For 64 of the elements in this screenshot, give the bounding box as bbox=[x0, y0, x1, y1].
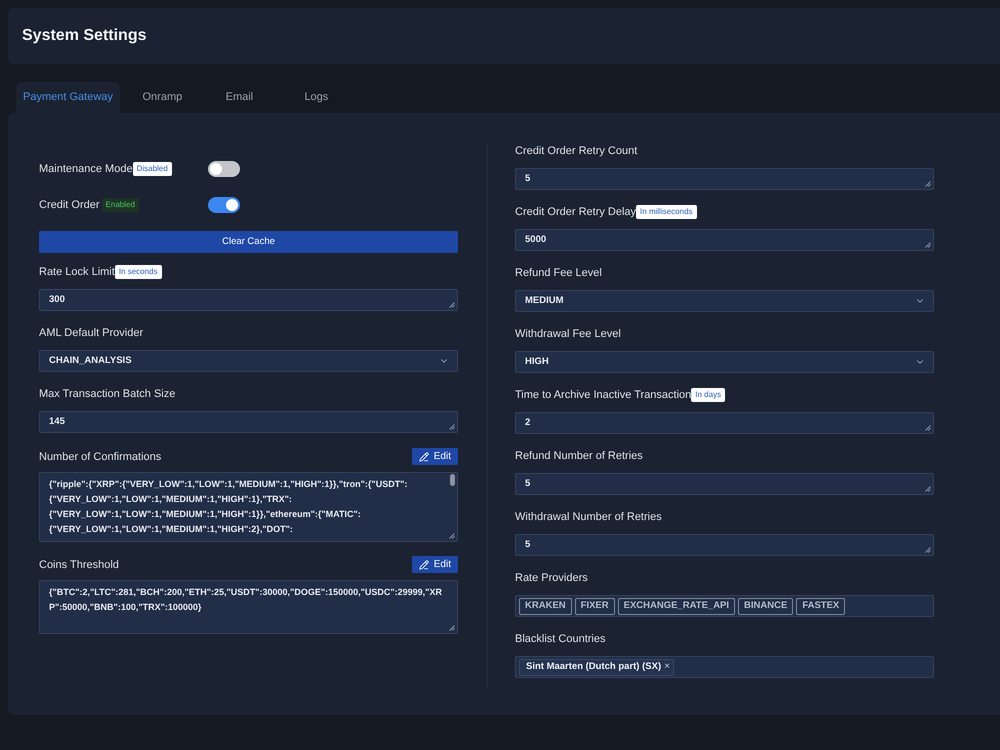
pencil-icon bbox=[418, 452, 429, 462]
tab[interactable]: Payment Gateway bbox=[16, 82, 120, 113]
field-label: Number of Confirmations bbox=[39, 450, 162, 464]
provider-tag: EXCHANGE_RATE_API bbox=[618, 598, 736, 614]
field-label: Rate Lock Limit bbox=[39, 265, 115, 279]
text-input[interactable]: 2 bbox=[515, 412, 934, 434]
resize-grip-icon[interactable] bbox=[925, 547, 931, 553]
field-label: Maintenance Mode bbox=[39, 162, 133, 176]
text-input[interactable]: 145 bbox=[39, 411, 458, 433]
resize-grip-icon[interactable] bbox=[449, 533, 455, 539]
scrollbar-thumb[interactable] bbox=[450, 474, 455, 486]
field-label: Rate Providers bbox=[515, 571, 588, 585]
resize-grip-icon[interactable] bbox=[925, 242, 931, 248]
select-dropdown[interactable]: HIGH bbox=[515, 351, 934, 373]
country-select[interactable]: Sint Maarten (Dutch part) (SX) × bbox=[515, 656, 934, 678]
hint-badge: In days bbox=[691, 388, 726, 402]
status-badge: Enabled bbox=[102, 198, 139, 212]
text-input[interactable]: 5 bbox=[515, 534, 934, 556]
tag-input[interactable]: KRAKEN FIXER EXCHANGE_RATE_API BINANCE FASTEX bbox=[515, 595, 934, 617]
resize-grip-icon[interactable] bbox=[925, 486, 931, 492]
field-label: Withdrawal Fee Level bbox=[515, 327, 621, 341]
provider-tag: FIXER bbox=[574, 598, 615, 614]
text-input[interactable]: 300 bbox=[39, 289, 458, 311]
text-input[interactable]: 5 bbox=[515, 473, 934, 495]
toggle-switch[interactable] bbox=[208, 161, 240, 177]
json-text-area[interactable]: {"BTC":2,"LTC":281,"BCH":200,"ETH":25,"USDT":30000,"DOGE":150000,"USDC":29999,"XRP":50000,"BNB":100,"TRX":100000} bbox=[39, 580, 458, 634]
hint-badge: In seconds bbox=[114, 265, 162, 279]
field-label: Refund Number of Retries bbox=[515, 449, 643, 463]
edit-button[interactable]: Edit bbox=[412, 556, 458, 573]
edit-button[interactable]: Edit bbox=[412, 448, 458, 465]
provider-tag: FASTEX bbox=[796, 598, 846, 614]
resize-grip-icon[interactable] bbox=[449, 625, 455, 631]
resize-grip-icon[interactable] bbox=[449, 302, 455, 308]
field-label: Refund Fee Level bbox=[515, 266, 602, 280]
status-badge: Disabled bbox=[132, 162, 172, 176]
tab[interactable]: Logs bbox=[278, 82, 355, 113]
field-label: Credit Order bbox=[39, 198, 100, 212]
tab[interactable]: Onramp bbox=[124, 82, 201, 113]
field-label: Credit Order Retry Delay bbox=[515, 205, 636, 219]
pencil-icon bbox=[418, 560, 429, 570]
toggle-switch[interactable] bbox=[208, 197, 240, 213]
text-input[interactable]: 5000 bbox=[515, 229, 934, 251]
field-label: Time to Archive Inactive Transaction bbox=[515, 388, 692, 402]
remove-button[interactable]: × bbox=[664, 662, 670, 672]
provider-tag: BINANCE bbox=[738, 598, 794, 614]
text-input[interactable]: 5 bbox=[515, 168, 934, 190]
hint-badge: In milliseconds bbox=[636, 205, 697, 219]
select-dropdown[interactable]: CHAIN_ANALYSIS bbox=[39, 350, 458, 372]
field-label: AML Default Provider bbox=[39, 326, 144, 340]
field-label: Max Transaction Batch Size bbox=[39, 387, 176, 401]
json-text-area[interactable]: {"ripple":{"XRP":{"VERY_LOW":1,"LOW":1,"MEDIUM":1,"HIGH":1}},"tron":{"USDT":{"VERY_LOW":1,"LOW":1,"MEDIUM":1,"HIGH":1},"TRX":{"VERY_LOW":1,"LOW":1,"MEDIUM":1,"HIGH":1}},"ethereum":{"MATIC":{"VERY_LOW":1,"LOW":1,"MEDIUM":1,"HIGH":2},"DOT": bbox=[39, 472, 458, 542]
page-title: System Settings bbox=[22, 26, 146, 46]
tab[interactable]: Email bbox=[200, 82, 278, 113]
clear-cache-button[interactable]: Clear Cache bbox=[39, 231, 458, 253]
field-label: Blacklist Countries bbox=[515, 632, 606, 646]
resize-grip-icon[interactable] bbox=[449, 424, 455, 430]
tag-label: Sint Maarten (Dutch part) (SX) bbox=[526, 660, 662, 674]
field-label: Coins Threshold bbox=[39, 558, 119, 572]
provider-tag: KRAKEN bbox=[519, 598, 572, 614]
select-dropdown[interactable]: MEDIUM bbox=[515, 290, 934, 312]
field-label: Credit Order Retry Count bbox=[515, 144, 638, 158]
resize-grip-icon[interactable] bbox=[925, 425, 931, 431]
field-label: Withdrawal Number of Retries bbox=[515, 510, 662, 524]
resize-grip-icon[interactable] bbox=[925, 181, 931, 187]
